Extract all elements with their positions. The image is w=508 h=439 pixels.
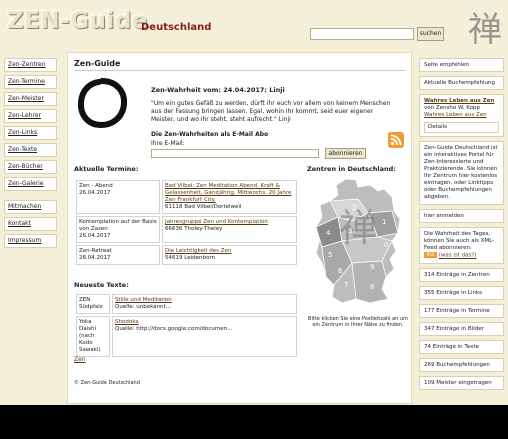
text-source: Quelle: unbekannt... bbox=[115, 304, 171, 310]
postcode-1: 1 bbox=[382, 218, 386, 226]
nav-item-kontakt[interactable]: Kontakt bbox=[4, 217, 57, 231]
event-place: 66636 Tholey-Theley bbox=[165, 226, 223, 232]
event-link[interactable]: Die Leichtigkeit des Zen bbox=[165, 248, 231, 254]
feed-text: Die Wahrheit des Tages, können Sie auch … bbox=[424, 231, 495, 251]
about-text: Zen-Guide Deutschland ist ein interaktiv… bbox=[419, 141, 504, 205]
rss-icon[interactable] bbox=[388, 132, 404, 148]
stat-bilder: 347 Einträge in Bilder bbox=[419, 321, 504, 336]
nav-item-zen-meister[interactable]: Zen-Meister bbox=[4, 92, 57, 106]
zen-kanji-logo: 禅 bbox=[468, 10, 502, 50]
event-link[interactable]: Jahresgruppe Zen und Kontemplation bbox=[165, 219, 268, 225]
germany-postcode-map[interactable]: 禅 2 1 3 4 5 6 7 8 9 0 bbox=[312, 177, 404, 305]
search-button[interactable]: suchen bbox=[417, 27, 444, 41]
site-subtitle: Deutschland bbox=[141, 22, 212, 33]
table-row: Yoka Daishi (nach Kodo Sawaki) Shodoka Qu… bbox=[76, 316, 297, 357]
nav-item-zen-buecher[interactable]: Zen-Bücher bbox=[4, 160, 57, 174]
postcode-6: 6 bbox=[338, 267, 343, 275]
details-button[interactable]: Details bbox=[424, 122, 499, 133]
event-link[interactable]: Bad Vilbel: Zen Meditation Abend, Kraft … bbox=[165, 183, 291, 203]
subscribe-button[interactable]: abonnieren bbox=[325, 148, 366, 159]
svg-text:禅: 禅 bbox=[339, 206, 377, 250]
title-divider bbox=[74, 70, 406, 71]
nav-item-zen-zentren[interactable]: Zen-Zentren bbox=[4, 58, 57, 72]
register-link[interactable]: hier anmelden bbox=[419, 209, 504, 223]
header: ZEN-Guide Deutschland suchen 禅 bbox=[0, 0, 508, 52]
postcode-0: 0 bbox=[384, 241, 388, 249]
postcode-5: 5 bbox=[328, 251, 332, 259]
feed-help-link[interactable]: (was ist das?) bbox=[439, 253, 477, 259]
stat-termine: 177 Einträge in Termine bbox=[419, 303, 504, 318]
recommend-page-link[interactable]: Seite empfehlen bbox=[419, 58, 504, 72]
table-row: Kontemplation auf der Basis von Zazen 26.… bbox=[76, 216, 297, 243]
termine-table: Zen - Abend 26.04.2017 Bad Vilbel: Zen Me… bbox=[74, 178, 299, 267]
nav-item-zen-links[interactable]: Zen-Links bbox=[4, 126, 57, 140]
event-date: 26.04.2017 bbox=[79, 233, 111, 239]
stat-buchempfehlungen: 269 Buchempfehlungen bbox=[419, 357, 504, 372]
postcode-3: 3 bbox=[348, 227, 352, 235]
nav-item-mitmachen[interactable]: Mitmachen bbox=[4, 200, 57, 214]
stat-meister: 109 Meister eingetragen bbox=[419, 375, 504, 390]
stat-links: 355 Einträge in Links bbox=[419, 285, 504, 300]
text-link[interactable]: Stille und Meditation bbox=[115, 297, 172, 303]
quote-text: "Um ein gutes Gefäß zu werden, dürft ihr… bbox=[151, 100, 391, 123]
event-title: Zen - Abend bbox=[79, 183, 113, 189]
event-title: Kontemplation auf der Basis von Zazen bbox=[79, 219, 157, 232]
nav-item-impressum[interactable]: Impressum bbox=[4, 234, 57, 248]
event-place: 61118 Bad Vilbel/Dortelweil bbox=[165, 204, 242, 210]
site-logo[interactable]: ZEN-Guide bbox=[7, 8, 148, 34]
email-input[interactable] bbox=[151, 149, 319, 158]
book-link[interactable]: Wahres Leben aus Zen bbox=[424, 112, 487, 118]
table-row: Zen-Retreat 28.04.2017 Die Leichtigkeit d… bbox=[76, 245, 297, 265]
event-title: Zen-Retreat bbox=[79, 248, 112, 254]
event-place: 54619 Leidenborn bbox=[165, 255, 215, 261]
stat-zentren: 314 Einträge in Zentren bbox=[419, 267, 504, 282]
right-sidebar: Seite empfehlen Aktuelle Buchempfehlung … bbox=[419, 58, 504, 394]
map-title: Zentren in Deutschland: bbox=[307, 165, 396, 173]
stat-texte: 74 Einträge in Texte bbox=[419, 339, 504, 354]
table-row: Zen - Abend 26.04.2017 Bad Vilbel: Zen Me… bbox=[76, 180, 297, 214]
postcode-9: 9 bbox=[370, 263, 374, 271]
table-row: ZEN Südpfalz Stille und Meditation Quelle… bbox=[76, 294, 297, 314]
postcode-7: 7 bbox=[344, 281, 348, 289]
footer-bar bbox=[0, 405, 508, 439]
postcode-2: 2 bbox=[352, 204, 356, 212]
text-source: Quelle: http://docs.google.com/documen..… bbox=[115, 326, 233, 332]
page-title: Zen-Guide bbox=[74, 59, 121, 68]
termine-heading: Aktuelle Termine: bbox=[74, 165, 139, 173]
main-content: Zen-Guide Zen-Wahrheit vom: 24.04.2017: … bbox=[67, 52, 412, 404]
postcode-4: 4 bbox=[326, 229, 331, 237]
text-author: ZEN Südpfalz bbox=[76, 294, 110, 314]
event-date: 28.04.2017 bbox=[79, 255, 111, 261]
texte-table: ZEN Südpfalz Stille und Meditation Quelle… bbox=[74, 292, 299, 359]
postcode-8: 8 bbox=[370, 283, 374, 291]
feed-box: Die Wahrheit des Tages, können Sie auch … bbox=[419, 227, 504, 264]
nav-item-zen-galerie[interactable]: Zen-Galerie bbox=[4, 177, 57, 191]
enso-icon bbox=[77, 78, 128, 129]
zen-link[interactable]: Zen bbox=[74, 356, 86, 363]
abo-title: Die Zen-Wahrheiten als E-Mail Abo bbox=[151, 131, 269, 138]
current-book-recommendation-label: Aktuelle Buchempfehlung bbox=[419, 76, 504, 90]
texte-heading: Neueste Texte: bbox=[74, 281, 129, 289]
nav-item-zen-lehrer[interactable]: Zen-Lehrer bbox=[4, 109, 57, 123]
search-input[interactable] bbox=[310, 28, 414, 40]
left-navigation: Zen-Zentren Zen-Termine Zen-Meister Zen-… bbox=[4, 58, 57, 251]
quote-title: Zen-Wahrheit vom: 24.04.2017: Linji bbox=[151, 86, 285, 94]
email-label: Ihre E-Mail: bbox=[151, 140, 185, 147]
event-date: 26.04.2017 bbox=[79, 190, 111, 196]
book-box: Wahres Leben aus Zen von Zensho W. Kopp … bbox=[419, 94, 504, 137]
rss-badge-icon[interactable]: RSS bbox=[424, 252, 437, 258]
book-title-link[interactable]: Wahres Leben aus Zen bbox=[424, 98, 494, 104]
book-author: von Zensho W. Kopp bbox=[424, 105, 480, 111]
nav-item-zen-termine[interactable]: Zen-Termine bbox=[4, 75, 57, 89]
text-link[interactable]: Shodoka bbox=[115, 319, 139, 325]
map-caption: Bitte klicken Sie eine Postleitzahl an u… bbox=[308, 316, 408, 328]
text-author: Yoka Daishi (nach Kodo Sawaki) bbox=[76, 316, 110, 357]
nav-item-zen-texte[interactable]: Zen-Texte bbox=[4, 143, 57, 157]
copyright: © Zen-Guide Deutschland bbox=[74, 380, 140, 386]
